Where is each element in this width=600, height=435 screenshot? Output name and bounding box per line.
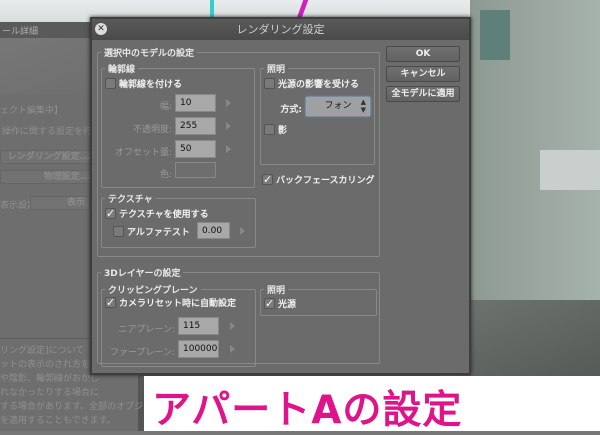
auto-set-checkbox[interactable]: ✓ カメラリセット時に自動設定 <box>105 296 236 309</box>
light-source-checkbox[interactable]: ✓ 光源 <box>264 297 296 310</box>
close-icon[interactable]: ✕ <box>95 23 107 35</box>
use-texture-label: テクスチャを使用する <box>119 210 209 220</box>
help-line: や陰影、輪郭線がおかし <box>0 374 100 384</box>
color-label: 色: <box>159 170 172 180</box>
cancel-button[interactable]: キャンセル <box>386 66 460 82</box>
far-plane-input[interactable]: 100000 <box>178 340 219 358</box>
model-settings-label: 選択中のモデルの設定 <box>101 46 198 59</box>
width-input[interactable]: 10 <box>175 94 216 112</box>
alpha-test-input[interactable]: 0.00 <box>197 222 230 239</box>
rendering-settings-dialog: レンダリング設定 ✕ 選択中のモデルの設定 輪郭線 輪郭線を付ける 幅: 10 … <box>90 17 471 375</box>
checkmark-icon[interactable]: ✓ <box>262 174 273 185</box>
texture-group-label: テクスチャ <box>105 192 156 205</box>
backface-culling-checkbox[interactable]: ✓ バックフェースカリング <box>262 173 375 186</box>
width-label: 幅: <box>159 102 172 112</box>
far-slider-arrow-icon[interactable] <box>230 345 235 353</box>
opacity-label: 不透明度: <box>132 125 172 135</box>
far-plane-label: ファープレーン: <box>109 348 175 358</box>
alpha-test-label: アルファテスト <box>127 228 190 238</box>
status-text: ェクト編集中】 <box>0 106 64 116</box>
opacity-input[interactable]: 255 <box>175 117 216 135</box>
alpha-test-checkbox[interactable]: アルファテスト <box>113 225 190 238</box>
near-plane-input[interactable]: 115 <box>178 317 219 335</box>
alpha-slider-arrow-icon[interactable] <box>240 227 245 235</box>
3d-layer-settings-label: 3Dレイヤーの設定 <box>101 266 184 279</box>
shadow-checkbox[interactable]: 影 <box>264 123 287 136</box>
offset-input[interactable]: 50 <box>175 140 216 158</box>
use-texture-checkbox[interactable]: ✓ テクスチャを使用する <box>105 207 209 220</box>
auto-set-label: カメラリセット時に自動設定 <box>119 299 237 309</box>
outline-group-label: 輪郭線 <box>105 62 139 75</box>
texture-group <box>101 198 256 248</box>
width-slider-arrow-icon[interactable] <box>226 99 231 107</box>
checkmark-icon[interactable]: ✓ <box>264 298 275 309</box>
layer-lighting-label: 照明 <box>264 283 289 296</box>
caption-banner: アパートAの設定 <box>142 376 600 433</box>
checkbox-box[interactable] <box>264 78 275 89</box>
opacity-slider-arrow-icon[interactable] <box>226 122 231 130</box>
near-slider-arrow-icon[interactable] <box>230 322 235 330</box>
light-source-label: 光源 <box>278 300 297 310</box>
shading-method-select[interactable]: フォン ▲ ▼ <box>306 97 370 116</box>
checkbox-box[interactable] <box>264 124 275 135</box>
backface-culling-label: バックフェースカリング <box>276 176 375 186</box>
shadow-label: 影 <box>278 126 288 136</box>
apply-all-models-button[interactable]: 全モデルに適用 <box>386 86 460 102</box>
help-line: を適用することもできます。 <box>0 416 116 426</box>
receive-light-label: 光源の影響を受ける <box>278 80 360 90</box>
outline-checkbox[interactable]: 輪郭線を付ける <box>105 77 182 90</box>
display-button[interactable]: 表示 <box>30 196 90 210</box>
lighting-group-label: 照明 <box>264 62 289 75</box>
help-line: れなかったりする場合に <box>0 388 100 398</box>
near-plane-label: ニアプレーン: <box>118 325 175 335</box>
checkbox-box[interactable] <box>113 226 124 237</box>
offset-slider-arrow-icon[interactable] <box>226 145 231 153</box>
receive-light-checkbox[interactable]: 光源の影響を受ける <box>264 77 359 90</box>
color-swatch[interactable] <box>175 162 216 178</box>
checkbox-box[interactable] <box>105 78 116 89</box>
ok-button[interactable]: OK <box>386 46 460 62</box>
clipping-plane-label: クリッピングプレーン <box>105 283 201 296</box>
offset-label: オフセット量: <box>114 148 172 158</box>
checkmark-icon[interactable]: ✓ <box>105 297 116 308</box>
rendering-settings-button[interactable]: レンダリング設定... <box>0 150 95 164</box>
checkmark-icon[interactable]: ✓ <box>105 208 116 219</box>
help-line: する場合があります。全部のオブジ <box>0 402 144 412</box>
shading-method-value: フォン <box>324 101 352 111</box>
physics-settings-button[interactable]: 物理設定... <box>0 170 95 184</box>
outline-checkbox-label: 輪郭線を付ける <box>119 80 183 90</box>
caption-text: アパートAの設定 <box>152 388 463 433</box>
description-text: 操作に関する設定を行い <box>2 127 102 137</box>
stepper-arrows-icon: ▲ ▼ <box>360 98 366 114</box>
method-label: 方式: <box>280 105 302 115</box>
dialog-title: レンダリング設定 <box>92 19 469 40</box>
